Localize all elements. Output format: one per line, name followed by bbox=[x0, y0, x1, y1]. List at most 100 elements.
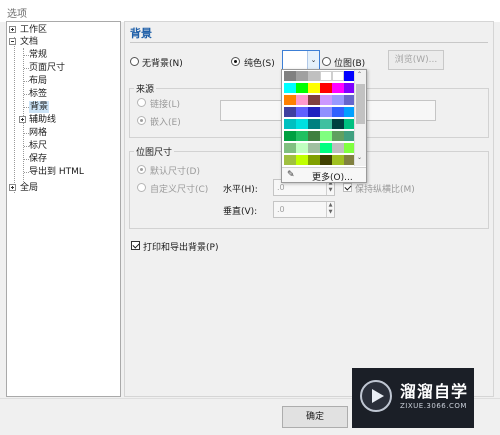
ok-button[interactable]: 确定 bbox=[282, 406, 348, 428]
eyedropper-icon[interactable]: ✎ bbox=[287, 170, 295, 180]
color-swatch[interactable] bbox=[296, 119, 308, 129]
color-swatch[interactable] bbox=[308, 107, 320, 117]
options-tree[interactable]: 工作区 文档 常规 页面尺寸 布局 标签 背景 辅助线 网格 标尺 保存 导出到… bbox=[6, 21, 121, 397]
tree-item-rulers[interactable]: 标尺 bbox=[29, 140, 47, 152]
color-swatch[interactable] bbox=[296, 107, 308, 117]
default-size-radio[interactable] bbox=[137, 165, 146, 174]
tree-item-label: 页面尺寸 bbox=[29, 63, 66, 73]
color-swatch[interactable] bbox=[284, 107, 296, 117]
palette-scrollbar[interactable]: ⌃ ⌄ bbox=[354, 70, 366, 166]
watermark-brand: 溜溜自学 bbox=[400, 382, 469, 401]
tree-item-label: 布局 bbox=[29, 76, 48, 86]
color-swatch[interactable] bbox=[332, 83, 344, 93]
color-swatch[interactable] bbox=[296, 95, 308, 105]
color-swatch[interactable] bbox=[296, 131, 308, 141]
play-logo-icon bbox=[360, 380, 392, 412]
expand-icon[interactable] bbox=[9, 184, 16, 191]
solid-color-radio[interactable] bbox=[231, 57, 240, 66]
expand-icon[interactable] bbox=[9, 26, 16, 33]
color-swatch[interactable] bbox=[284, 131, 296, 141]
color-swatch[interactable] bbox=[332, 119, 344, 129]
keep-aspect-ratio-checkbox[interactable] bbox=[343, 183, 352, 192]
tree-item-label: 背景 bbox=[30, 102, 49, 112]
watermark: 溜溜自学 ZIXUE.3066.COM bbox=[352, 368, 474, 428]
color-picker-button[interactable]: ⌄ bbox=[282, 50, 320, 70]
title-bar: 选项 bbox=[0, 0, 500, 22]
no-background-radio[interactable] bbox=[130, 57, 139, 66]
color-swatch[interactable] bbox=[308, 155, 320, 165]
color-swatch[interactable] bbox=[284, 155, 296, 165]
window-title: 选项 bbox=[7, 9, 27, 20]
vertical-value: .0 bbox=[277, 205, 285, 214]
chevron-down-icon[interactable]: ⌄ bbox=[307, 51, 319, 69]
tree-item-page-size[interactable]: 页面尺寸 bbox=[29, 62, 65, 74]
horizontal-label: 水平(H): bbox=[223, 185, 258, 195]
vertical-stepper[interactable]: .0 ▲ ▼ bbox=[273, 201, 335, 218]
color-swatch[interactable] bbox=[320, 155, 332, 165]
vertical-label: 垂直(V): bbox=[223, 207, 258, 217]
color-swatch[interactable] bbox=[332, 143, 344, 153]
color-swatch[interactable] bbox=[296, 155, 308, 165]
tree-item-label: 保存 bbox=[29, 154, 48, 164]
tree-item-label: 网格 bbox=[29, 128, 48, 138]
tree-item-label: 导出到 HTML bbox=[29, 167, 84, 177]
color-swatch[interactable] bbox=[320, 119, 332, 129]
tree-item-label: 标签 bbox=[29, 89, 48, 99]
default-size-label: 默认尺寸(D) bbox=[150, 167, 200, 177]
color-swatch[interactable] bbox=[284, 71, 296, 81]
color-swatch[interactable] bbox=[332, 95, 344, 105]
color-swatch[interactable] bbox=[320, 143, 332, 153]
color-swatch[interactable] bbox=[308, 119, 320, 129]
color-swatch[interactable] bbox=[320, 95, 332, 105]
tree-item-save[interactable]: 保存 bbox=[29, 153, 47, 165]
collapse-icon[interactable] bbox=[9, 38, 16, 45]
color-swatch[interactable] bbox=[296, 83, 308, 93]
color-swatch[interactable] bbox=[284, 95, 296, 105]
no-background-label: 无背景(N) bbox=[142, 59, 183, 69]
more-colors-row[interactable]: ✎ 更多(O)... bbox=[282, 167, 366, 183]
color-swatch[interactable] bbox=[320, 107, 332, 117]
browse-button[interactable]: 浏览(W)... bbox=[388, 50, 444, 70]
color-swatch[interactable] bbox=[296, 143, 308, 153]
horizontal-value: .0 bbox=[277, 183, 285, 192]
color-swatch[interactable] bbox=[284, 119, 296, 129]
tree-item-label: 标尺 bbox=[29, 141, 48, 151]
tree-item-labels[interactable]: 标签 bbox=[29, 88, 47, 100]
bitmap-radio[interactable] bbox=[322, 57, 331, 66]
color-swatch[interactable] bbox=[332, 131, 344, 141]
color-swatch[interactable] bbox=[308, 131, 320, 141]
tree-item-background[interactable]: 背景 bbox=[29, 101, 50, 113]
page-title: 背景 bbox=[130, 27, 152, 40]
color-swatch[interactable] bbox=[320, 131, 332, 141]
stepper-arrows-icon[interactable]: ▲ ▼ bbox=[326, 202, 334, 217]
color-swatch[interactable] bbox=[296, 71, 308, 81]
scroll-up-icon[interactable]: ⌃ bbox=[357, 71, 362, 78]
tree-item-grid[interactable]: 网格 bbox=[29, 127, 47, 139]
tree-item-label: 辅助线 bbox=[29, 115, 57, 125]
color-swatch[interactable] bbox=[332, 155, 344, 165]
more-colors-button[interactable]: 更多(O)... bbox=[312, 170, 353, 183]
tree-item-export-html[interactable]: 导出到 HTML bbox=[29, 166, 84, 178]
scroll-down-icon[interactable]: ⌄ bbox=[357, 154, 362, 161]
tree-item-label: 全局 bbox=[20, 183, 39, 193]
color-swatch[interactable] bbox=[308, 143, 320, 153]
color-palette-popup: ⌃ ⌄ ✎ 更多(O)... bbox=[281, 69, 367, 183]
custom-size-radio[interactable] bbox=[137, 183, 146, 192]
link-radio[interactable] bbox=[137, 98, 146, 107]
color-swatch[interactable] bbox=[284, 143, 296, 153]
print-export-background-checkbox[interactable] bbox=[131, 241, 140, 250]
color-swatch[interactable] bbox=[332, 107, 344, 117]
tree-item-layout[interactable]: 布局 bbox=[29, 75, 47, 87]
color-swatch[interactable] bbox=[320, 83, 332, 93]
color-swatch[interactable] bbox=[320, 71, 332, 81]
scroll-thumb[interactable] bbox=[356, 84, 365, 124]
embed-radio[interactable] bbox=[137, 116, 146, 125]
color-swatch[interactable] bbox=[308, 71, 320, 81]
color-swatch[interactable] bbox=[308, 83, 320, 93]
tree-item-general[interactable]: 常规 bbox=[29, 49, 47, 61]
color-swatch[interactable] bbox=[332, 71, 344, 81]
color-swatch[interactable] bbox=[284, 83, 296, 93]
expand-icon[interactable] bbox=[19, 116, 26, 123]
color-swatch[interactable] bbox=[308, 95, 320, 105]
bitmap-label: 位图(B) bbox=[334, 59, 366, 69]
